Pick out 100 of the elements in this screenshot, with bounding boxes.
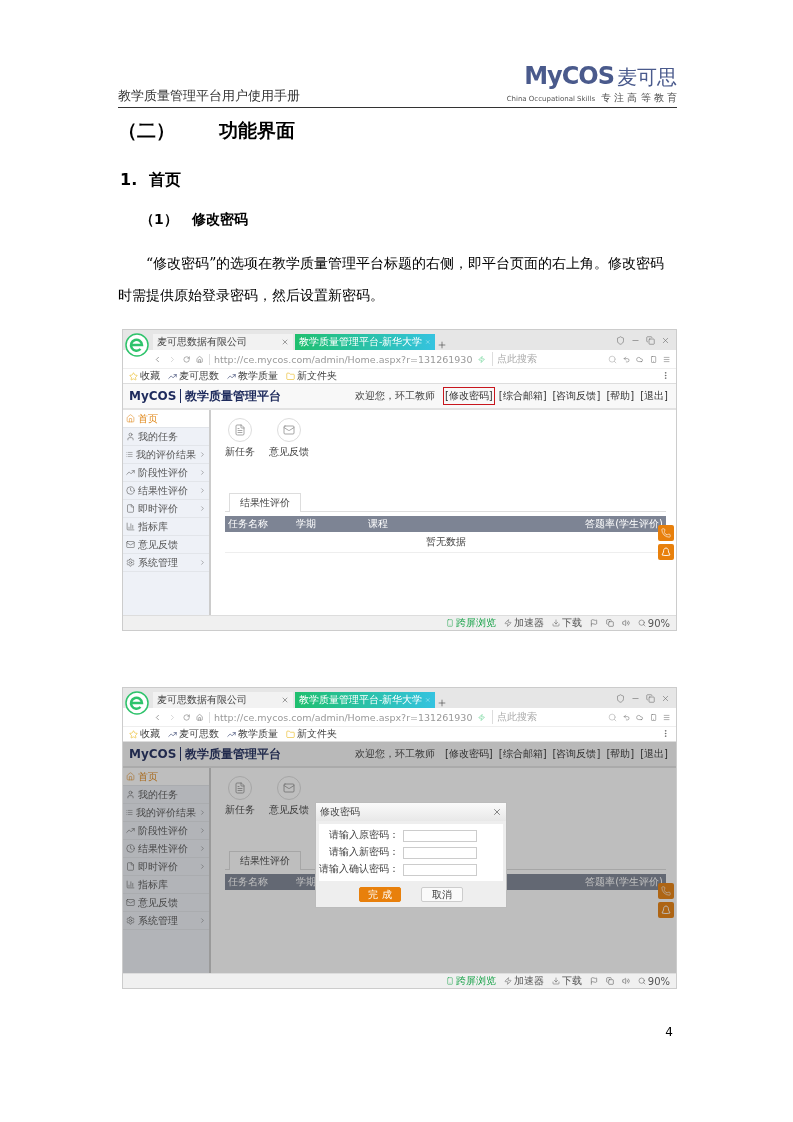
undo-icon [623,354,631,364]
header-link[interactable]: [综合邮箱] [496,745,549,763]
sidebar-item[interactable]: 指标库 [123,876,209,894]
settings-icon [126,916,135,925]
sidebar-item[interactable]: 系统管理 [123,554,209,572]
shortcut-label: 新任务 [225,445,255,459]
zoom-level[interactable]: 90% [637,975,670,987]
bookmark[interactable]: 新文件夹 [286,369,337,383]
sidebar-item[interactable]: 我的评价结果 [123,446,209,464]
bar-chart-icon [126,880,135,889]
logo-icon [227,729,236,739]
content-tab[interactable]: 结果性评价 [229,493,301,512]
heading-number: 1. [120,170,138,191]
chat-button[interactable] [658,544,674,560]
password-field[interactable] [403,846,477,859]
home-icon [126,772,135,781]
lightning-icon [478,712,486,722]
heading: 修改密码 [191,211,248,229]
header-link[interactable]: [咨询反馈] [550,745,603,763]
cancel-button[interactable]: 取消 [421,887,463,902]
header-link[interactable]: [退出] [638,745,670,763]
app-title: 教学质量管理平台 [184,745,282,763]
sidebar-item[interactable]: 结果性评价 [123,482,209,500]
copy-icon [605,619,614,627]
heading: 首页 [149,170,182,191]
sidebar-item[interactable]: 即时评价 [123,858,209,876]
status-item[interactable]: 加速器 [503,616,544,630]
sidebar-item[interactable]: 意见反馈 [123,536,209,554]
lightning-icon [503,619,512,627]
restore-icon [646,335,655,345]
sidebar-item[interactable]: 我的评价结果 [123,804,209,822]
phone-icon [649,354,657,364]
bookmark[interactable]: 教学质量 [227,727,278,741]
header-link[interactable]: [修改密码] [442,745,495,763]
reload-icon [182,354,190,364]
bookmark[interactable]: 收藏 [129,369,160,383]
field-label: 请输入新密码： [328,846,399,859]
menu-icon [662,712,670,722]
phone-button[interactable] [658,883,674,899]
password-field[interactable] [403,829,477,842]
header-link[interactable]: [咨询反馈] [550,387,603,405]
chart-line-icon [126,826,135,835]
column-header: 任务名称 [228,875,269,889]
sidebar-item[interactable]: 结果性评价 [123,840,209,858]
status-item[interactable]: 加速器 [503,974,544,988]
heading-number: （1） [140,211,178,229]
sidebar-item[interactable]: 我的任务 [123,428,209,446]
logo-motto: 专 注 高 等 教 育 [601,91,677,105]
chat-button[interactable] [658,902,674,918]
search-icon [608,354,618,364]
reload-icon [182,712,190,722]
cloud-icon [636,354,644,364]
status-item[interactable]: 下载 [551,616,582,630]
content-tab[interactable]: 结果性评价 [229,851,301,870]
dialog-title: 修改密码 [320,805,360,819]
header-link[interactable]: [退出] [638,387,670,405]
lightning-icon [478,354,486,364]
document-icon [126,862,135,871]
header-link[interactable]: [帮助] [604,745,637,763]
sidebar-item[interactable]: 即时评价 [123,500,209,518]
mail-icon [126,540,135,549]
sidebar-item[interactable]: 我的任务 [123,786,209,804]
password-field[interactable] [403,863,477,876]
sidebar-item[interactable]: 系统管理 [123,912,209,930]
header-link[interactable]: [帮助] [604,387,637,405]
sidebar-item[interactable]: 意见反馈 [123,894,209,912]
mail-icon [283,782,295,794]
header-link[interactable]: [综合邮箱] [496,387,549,405]
phone-icon [445,977,454,985]
heading-number: （二） [118,118,175,143]
shield-icon [616,693,625,703]
zoom-level[interactable]: 90% [637,617,670,629]
star-icon [129,729,138,739]
column-header: 课程 [368,517,389,531]
chevron-icon [199,809,206,816]
status-item[interactable]: 下载 [551,974,582,988]
clock-icon [126,486,135,495]
sidebar-item[interactable]: 指标库 [123,518,209,536]
zoom-icon [637,619,646,627]
header-link[interactable]: [修改密码] [442,387,495,405]
user-icon [126,432,135,441]
bookmark[interactable]: 麦可思数 [168,369,219,383]
download-icon [551,619,560,627]
sidebar-item[interactable]: 阶段性评价 [123,464,209,482]
bookmark[interactable]: 教学质量 [227,369,278,383]
bookmark[interactable]: 麦可思数 [168,727,219,741]
chevron-icon [199,917,206,924]
browser-tab[interactable]: 麦可思数据有限公司 [153,692,293,708]
logo-icon [168,371,177,381]
more-icon [661,370,670,380]
phone-button[interactable] [658,525,674,541]
chevron-icon [199,451,206,458]
list-icon [126,450,133,459]
bookmark[interactable]: 收藏 [129,727,160,741]
browser-tab[interactable]: 麦可思数据有限公司 [153,334,293,350]
chevron-icon [199,827,206,834]
app-logo: MyCOS [129,747,182,761]
sidebar-item[interactable]: 阶段性评价 [123,822,209,840]
bookmark[interactable]: 新文件夹 [286,727,337,741]
zoom-icon [637,977,646,985]
